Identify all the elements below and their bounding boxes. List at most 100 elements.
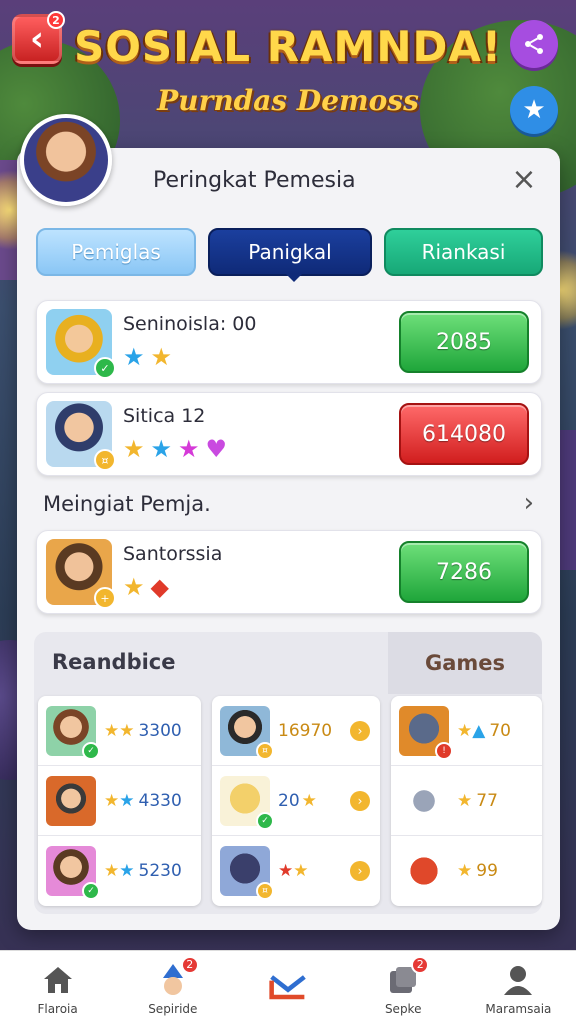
mail-icon: [268, 967, 308, 1007]
share-button[interactable]: [510, 20, 558, 68]
star-icon: ★★: [104, 861, 135, 881]
verified-badge-icon: ✓: [82, 882, 100, 900]
grid-header-right: Games: [424, 651, 506, 675]
close-icon: ×: [511, 162, 537, 197]
avatar: ✓: [46, 705, 100, 760]
pink-star-icon: ★: [178, 435, 200, 463]
grid-column: ! ★▲ 70 ★ 77 ★ 99: [391, 696, 542, 906]
arrow-right-icon[interactable]: ›: [350, 861, 370, 881]
notification-badge: 2: [411, 955, 430, 974]
grid-item[interactable]: ¤ ★★ ›: [212, 836, 380, 906]
verified-badge-icon: ✓: [94, 357, 116, 379]
nav-item-flaroia[interactable]: Flaroia: [0, 951, 115, 1024]
nav-item-sepke[interactable]: 2 Sepke: [346, 951, 461, 1024]
avatar: ¤: [220, 705, 274, 760]
nav-label: Maramsaia: [485, 1001, 552, 1016]
star-icon: ★: [457, 861, 473, 881]
nav-item-sepiride[interactable]: 2 Sepiride: [115, 951, 230, 1024]
home-icon: [38, 960, 78, 1000]
arrow-right-icon[interactable]: ›: [350, 720, 370, 741]
tab-riankasi[interactable]: Riankasi: [384, 228, 543, 276]
wolf-avatar: ¤: [220, 846, 274, 900]
coin-badge-icon: ¤: [256, 882, 274, 900]
item-value: 4330: [138, 790, 182, 811]
grid-column: ✓ ★★ 3300 ★★ 4330 ✓ ★★ 5230: [38, 696, 201, 906]
nav-item-maramsaia[interactable]: Maramsaia: [461, 951, 576, 1024]
close-button[interactable]: ×: [506, 162, 542, 198]
star-icon: ★★: [104, 790, 135, 811]
grid-item[interactable]: ★★ 4330: [38, 766, 201, 836]
sword-icon: [399, 775, 449, 826]
leaderboard-row[interactable]: + Santorssia ★ ◆ 7286: [36, 530, 542, 614]
tab-games[interactable]: Games: [388, 632, 542, 694]
player-name: Sitica 12: [123, 405, 206, 427]
notification-badge: 2: [180, 955, 199, 974]
score-value: 614080: [422, 421, 506, 447]
score-value: 7286: [436, 559, 492, 585]
grid-header-left: Reandbice: [52, 650, 176, 674]
profile-icon: [498, 960, 538, 1000]
achievement-icons: ★ ◆: [123, 573, 169, 601]
score-button[interactable]: 614080: [399, 403, 529, 465]
dragon-icon: [399, 846, 449, 896]
score-value: 2085: [436, 329, 492, 355]
score-button[interactable]: 2085: [399, 311, 529, 373]
coin-badge-icon: ¤: [256, 741, 274, 760]
share-icon: [525, 34, 543, 54]
nav-label: Sepke: [384, 1001, 422, 1016]
tab-pemiglas[interactable]: Pemiglas: [36, 228, 196, 276]
score-button[interactable]: 7286: [399, 541, 529, 603]
leaderboard-row[interactable]: ¤ Sitica 12 ★ ★ ★ ♥ 614080: [36, 392, 542, 476]
coin-badge-icon: ¤: [94, 449, 116, 471]
grid-item[interactable]: ★ 99: [391, 836, 542, 906]
gold-star-icon: ★: [150, 343, 173, 371]
panel-title: Peringkat Pemesia: [153, 168, 356, 193]
verified-badge-icon: ✓: [256, 811, 274, 830]
achievement-icons: ★ ★ ★ ♥: [123, 435, 227, 463]
game-title: SOSIAL RAMNDA!: [73, 22, 503, 71]
player-name: Santorssia: [123, 543, 223, 565]
grid-item[interactable]: ! ★▲ 70: [391, 696, 542, 766]
wizard-icon: 2: [153, 955, 199, 1000]
leaderboard-row[interactable]: ✓ Seninoisla: 00 ★ ★ 2085: [36, 300, 542, 384]
chevron-right-icon[interactable]: ›: [524, 488, 534, 518]
star-icon: ★: [457, 790, 473, 811]
grid-item[interactable]: ✓ ★★ 5230: [38, 836, 201, 906]
verified-badge-icon: ✓: [82, 741, 100, 760]
avatar: [46, 775, 96, 826]
grid-item[interactable]: ✓ 20 ★ ›: [212, 766, 380, 836]
star-icon: ★★: [104, 720, 135, 741]
blue-star-icon: ★: [123, 343, 145, 371]
tab-label: Panigkal: [248, 240, 332, 264]
tab-label: Pemiglas: [71, 240, 161, 264]
player-avatar[interactable]: [20, 114, 112, 206]
star-icon: ★★: [278, 861, 309, 881]
nav-item-mail[interactable]: [230, 951, 345, 1024]
grid-item[interactable]: ¤ 16970 ›: [212, 696, 380, 766]
grid-item[interactable]: ★ 77: [391, 766, 542, 836]
arrow-right-icon[interactable]: ›: [350, 790, 370, 811]
cat-avatar: ✓: [220, 775, 274, 830]
section-title: Meingiat Pemja.: [43, 492, 211, 516]
star-icon: ★: [301, 790, 317, 811]
item-value: 3300: [138, 720, 182, 741]
avatar: ✓: [46, 309, 116, 379]
avatar: ✓: [46, 846, 100, 900]
flag-badge-icon: !: [435, 741, 453, 760]
nav-label: Flaroia: [37, 1001, 78, 1016]
tab-panigkal[interactable]: Panigkal: [208, 228, 372, 282]
tab-label: Riankasi: [421, 240, 506, 264]
item-value: 5230: [138, 861, 182, 881]
rewards-grid: Reandbice Games ✓ ★★ 3300 ★★ 4330 ✓ ★★ 5…: [34, 632, 542, 914]
favorite-button[interactable]: ★: [510, 86, 558, 134]
achievement-icons: ★ ★: [123, 343, 172, 371]
grid-column: ¤ 16970 › ✓ 20 ★ › ¤ ★★ ›: [212, 696, 380, 906]
gold-star-icon: ★: [123, 573, 145, 601]
avatar: ¤: [46, 401, 116, 471]
star-icon: ★▲: [457, 720, 486, 741]
game-subtitle: Purndas Demoss: [157, 84, 419, 117]
item-value: 99: [476, 861, 498, 881]
blue-star-icon: ★: [150, 435, 173, 463]
star-icon: ★: [522, 95, 546, 125]
grid-item[interactable]: ✓ ★★ 3300: [38, 696, 201, 766]
